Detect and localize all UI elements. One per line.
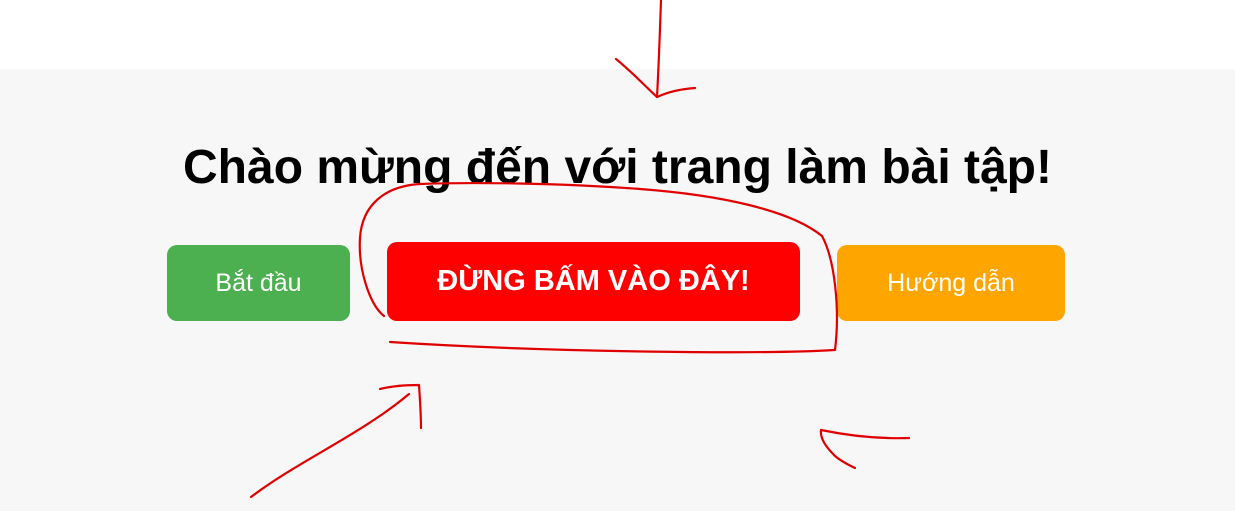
- do-not-click-button[interactable]: ĐỪNG BẤM VÀO ĐÂY!: [387, 242, 800, 321]
- top-strip: [0, 0, 1235, 69]
- page: Chào mừng đến với trang làm bài tập! Bắt…: [0, 0, 1235, 511]
- start-button[interactable]: Bắt đầu: [167, 245, 350, 321]
- page-title: Chào mừng đến với trang làm bài tập!: [183, 141, 1052, 194]
- guide-button[interactable]: Hướng dẫn: [837, 245, 1065, 321]
